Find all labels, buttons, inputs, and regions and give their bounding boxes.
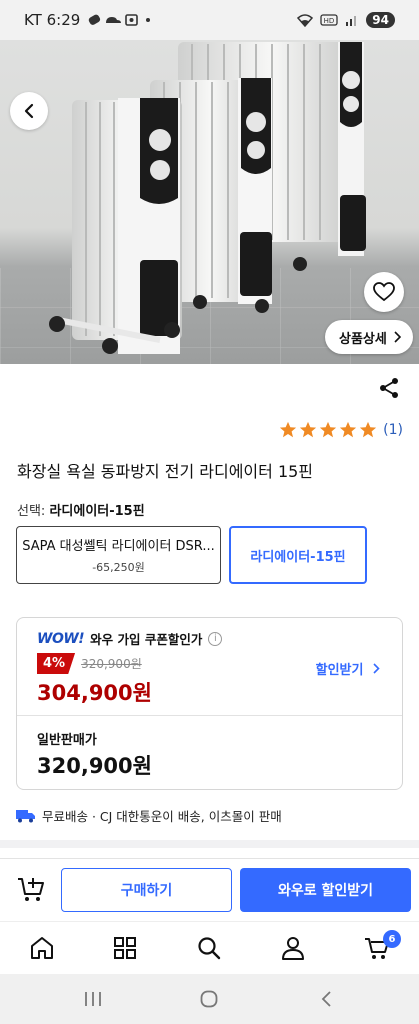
buy-button[interactable]: 구매하기 — [61, 868, 232, 912]
wow-logo: WOW! — [37, 630, 85, 647]
wow-coupon-label: 와우 가입 쿠폰할인가 — [90, 632, 203, 647]
recent-apps-icon[interactable] — [84, 991, 102, 1007]
carrier-time: KT 6:29 — [24, 11, 81, 29]
info-icon[interactable]: i — [208, 631, 223, 646]
original-price: 320,900원 — [81, 657, 142, 671]
product-detail-button[interactable]: 상품상세 — [325, 320, 413, 354]
shipping-text: 무료배송 · CJ 대한통운이 배송, 이츠몰이 판매 — [42, 809, 282, 824]
purchase-action-bar: 구매하기 와우로 할인받기 — [0, 858, 419, 920]
option-price-diff: -65,250원 — [92, 561, 145, 574]
add-to-cart-icon[interactable] — [16, 875, 46, 905]
delivery-truck-icon — [16, 809, 35, 822]
product-detail-label: 상품상세 — [339, 331, 387, 347]
home-icon[interactable] — [29, 935, 55, 961]
cart-count-badge: 6 — [383, 930, 401, 948]
my-page-icon[interactable] — [280, 935, 306, 961]
status-bar: KT 6:29 HD 94 — [0, 0, 419, 40]
wow-discount-buy-button[interactable]: 와우로 할인받기 — [240, 868, 411, 912]
chevron-left-icon — [24, 103, 34, 119]
sale-price: 304,900원 — [37, 681, 152, 705]
section-divider — [0, 840, 419, 848]
hd-icon: HD — [320, 14, 338, 26]
battery-indicator: 94 — [366, 12, 395, 28]
get-coupon-label: 할인받기 — [315, 663, 364, 678]
product-title: 화장실 욕실 동파방지 전기 라디에이터 15핀 — [17, 462, 314, 481]
back-nav-icon[interactable] — [320, 991, 332, 1007]
star-icon — [340, 421, 357, 438]
wifi-icon — [297, 14, 314, 27]
discount-badge: 4% — [37, 653, 76, 674]
star-icon — [300, 421, 317, 438]
option-sapa-radiator[interactable]: SAPA 대성쎌틱 라디에이터 DSR... -65,250원 — [16, 526, 221, 584]
product-image[interactable]: 상품상세 — [0, 40, 419, 364]
heart-icon — [373, 282, 395, 302]
normal-price: 320,900원 — [37, 754, 152, 778]
signal-icon — [346, 16, 357, 26]
wishlist-button[interactable] — [364, 272, 404, 312]
home-circle-icon[interactable] — [200, 990, 218, 1008]
price-box: WOW! 와우 가입 쿠폰할인가 i 4% 320,900원 304,900원 … — [16, 617, 403, 790]
option-name: 라디에이터-15핀 — [250, 549, 346, 565]
bottom-navigation: 6 — [0, 921, 419, 974]
chevron-right-icon — [394, 331, 401, 343]
selected-option-value: 라디에이터-15핀 — [49, 504, 145, 519]
rating[interactable]: (1) — [279, 421, 403, 439]
back-button[interactable] — [10, 92, 48, 130]
selected-option-line: 선택: 라디에이터-15핀 — [17, 500, 145, 519]
categories-icon[interactable] — [112, 935, 138, 961]
notification-icons — [89, 14, 151, 26]
svg-text:HD: HD — [324, 17, 335, 25]
get-coupon-link[interactable]: 할인받기 — [316, 659, 380, 678]
search-icon[interactable] — [196, 935, 222, 961]
share-icon[interactable] — [378, 377, 400, 399]
selected-prefix: 선택: — [17, 504, 50, 519]
system-navigation-bar — [0, 974, 419, 1024]
star-icon — [320, 421, 337, 438]
wow-price-section: WOW! 와우 가입 쿠폰할인가 i 4% 320,900원 304,900원 … — [17, 618, 402, 716]
chevron-right-icon — [373, 663, 380, 674]
radiator-illustration — [49, 42, 366, 354]
star-icon — [280, 421, 297, 438]
option-radiator-15pin[interactable]: 라디에이터-15핀 — [229, 526, 367, 584]
normal-price-label: 일반판매가 — [37, 733, 97, 748]
option-name: SAPA 대성쎌틱 라디에이터 DSR... — [22, 539, 215, 554]
shipping-info: 무료배송 · CJ 대한통운이 배송, 이츠몰이 판매 — [16, 806, 282, 825]
star-icon — [360, 421, 377, 438]
review-count[interactable]: (1) — [383, 422, 403, 438]
